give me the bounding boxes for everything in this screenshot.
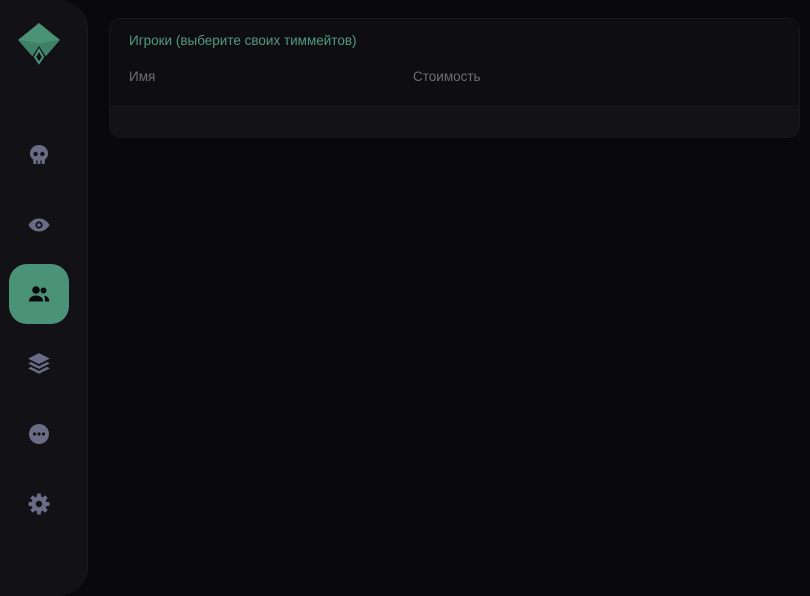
sidebar-item-layers[interactable] <box>9 334 69 394</box>
layers-icon <box>28 353 50 374</box>
column-header-name[interactable]: Имя <box>129 69 155 84</box>
users-icon <box>28 286 50 302</box>
gear-icon <box>28 493 50 515</box>
players-table-body <box>110 105 799 137</box>
diamond-logo-icon <box>17 22 61 68</box>
panel-title: Игроки (выберите своих тиммейтов) <box>129 33 357 48</box>
sidebar <box>0 0 88 596</box>
eye-icon <box>28 218 50 232</box>
more-icon <box>29 424 49 444</box>
skull-icon <box>30 145 48 164</box>
sidebar-item-more[interactable] <box>9 404 69 464</box>
app-window: Игроки (выберите своих тиммейтов) Имя Ст… <box>0 0 810 596</box>
sidebar-item-eye[interactable] <box>9 195 69 255</box>
sidebar-item-settings[interactable] <box>9 474 69 534</box>
sidebar-item-users[interactable] <box>9 264 69 324</box>
sidebar-item-skull[interactable] <box>9 125 69 185</box>
players-panel: Игроки (выберите своих тиммейтов) Имя Ст… <box>109 18 800 138</box>
column-header-cost[interactable]: Стоимость <box>413 69 481 84</box>
